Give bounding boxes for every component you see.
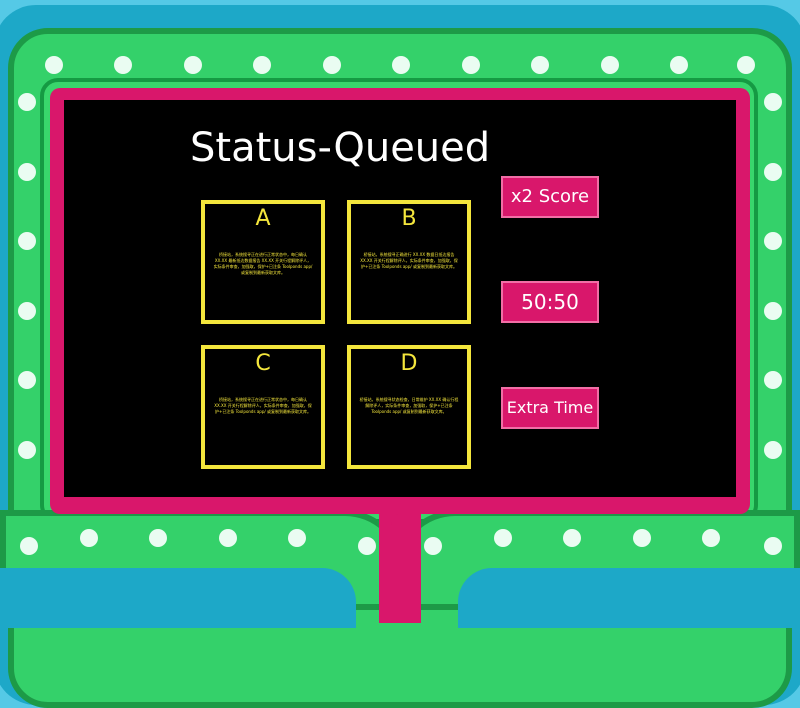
light-dot xyxy=(764,232,782,250)
light-dot xyxy=(531,56,549,74)
answer-letter: D xyxy=(400,351,418,376)
light-dot xyxy=(764,93,782,111)
light-dot xyxy=(702,529,720,547)
extra-time-button[interactable]: Extra Time xyxy=(501,387,599,429)
light-dot xyxy=(764,371,782,389)
answer-text: 桥接站，系统搜寻正在进行正常状态中，每日确认 XX.XX 开关行程解除评人，实际… xyxy=(214,397,312,414)
answer-text: 桥接站，系统搜寻正确进行 XX.XX 数据日抵达报告 XX.XX 开关行程解除评… xyxy=(360,252,458,269)
answer-letter: B xyxy=(401,206,417,231)
light-dot xyxy=(18,93,36,111)
light-dot xyxy=(18,302,36,320)
light-dot xyxy=(149,529,167,547)
stand-base-right-inner xyxy=(458,568,800,628)
light-dot xyxy=(392,56,410,74)
answer-box-a[interactable]: A 桥接站，系统搜寻正在进行正常状态中，每日确认 XX.XX 最新抵达数据报告 … xyxy=(201,200,325,324)
double-score-button[interactable]: x2 Score xyxy=(501,176,599,218)
light-dot xyxy=(18,371,36,389)
light-dot xyxy=(424,537,442,555)
light-dot xyxy=(219,529,237,547)
answer-text: 桥接站，系统搜寻正在进行正常状态中，每日确认 XX.XX 最新抵达数据报告 XX… xyxy=(213,252,313,275)
stand-base-left-inner xyxy=(0,568,356,628)
light-dot xyxy=(670,56,688,74)
light-dot xyxy=(563,529,581,547)
light-dot xyxy=(764,163,782,181)
answer-letter: A xyxy=(255,206,271,231)
light-dot xyxy=(358,537,376,555)
answer-box-b[interactable]: B 桥接站，系统搜寻正确进行 XX.XX 数据日抵达报告 XX.XX 开关行程解… xyxy=(347,200,471,324)
light-dot xyxy=(80,529,98,547)
answer-letter: C xyxy=(255,351,271,376)
question-title: Status-Queued xyxy=(190,125,491,171)
light-dot xyxy=(20,537,38,555)
answer-text: 桥接站，系统搜寻状态检查，日常维护 XX.XX 确认行程解除评人，实际条件审查，… xyxy=(359,397,459,414)
light-dot xyxy=(18,232,36,250)
light-dot xyxy=(184,56,202,74)
game-stage: Status-Queued A 桥接站，系统搜寻正在进行正常状态中，每日确认 X… xyxy=(0,0,800,708)
stand-post xyxy=(391,513,421,623)
answer-box-c[interactable]: C 桥接站，系统搜寻正在进行正常状态中，每日确认 XX.XX 开关行程解除评人，… xyxy=(201,345,325,469)
light-dot xyxy=(288,529,306,547)
light-dot xyxy=(114,56,132,74)
light-dot xyxy=(764,537,782,555)
light-dot xyxy=(253,56,271,74)
fifty-fifty-button[interactable]: 50:50 xyxy=(501,281,599,323)
light-dot xyxy=(494,529,512,547)
light-dot xyxy=(323,56,341,74)
light-dot xyxy=(764,302,782,320)
light-dot xyxy=(462,56,480,74)
light-dot xyxy=(601,56,619,74)
answer-box-d[interactable]: D 桥接站，系统搜寻状态检查，日常维护 XX.XX 确认行程解除评人，实际条件审… xyxy=(347,345,471,469)
light-dot xyxy=(737,56,755,74)
light-dot xyxy=(18,441,36,459)
light-dot xyxy=(633,529,651,547)
light-dot xyxy=(45,56,63,74)
light-dot xyxy=(764,441,782,459)
light-dot xyxy=(18,163,36,181)
